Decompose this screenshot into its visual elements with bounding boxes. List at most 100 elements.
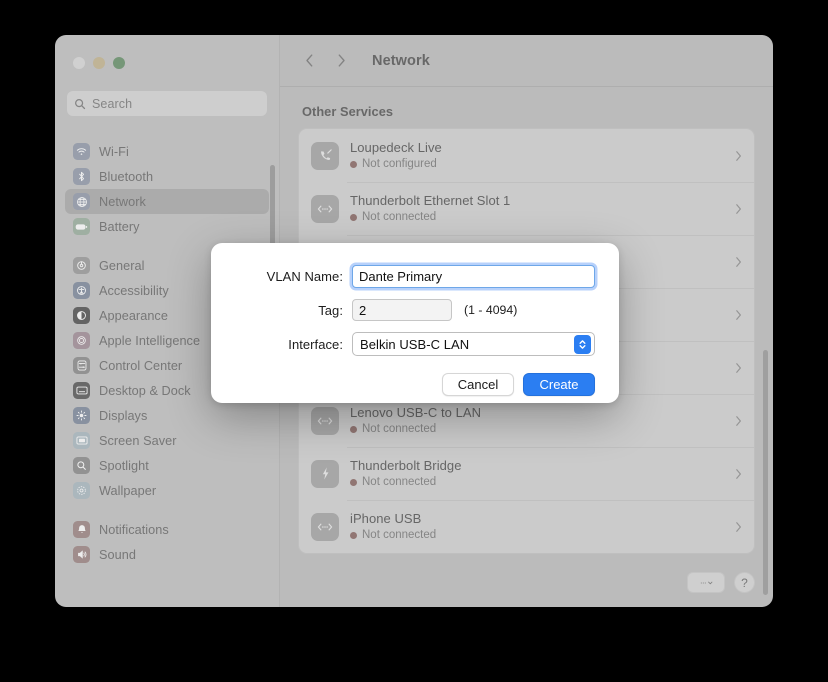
ethernet-icon bbox=[311, 194, 339, 223]
chevron-right-icon[interactable] bbox=[735, 203, 742, 215]
gear-icon bbox=[73, 257, 90, 274]
chevron-up-down-icon[interactable] bbox=[574, 334, 591, 354]
service-text: iPhone USB Not connected bbox=[350, 510, 735, 544]
sidebar-item-sound[interactable]: Sound bbox=[65, 542, 269, 567]
wifi-icon bbox=[73, 143, 90, 160]
chevron-right-icon[interactable] bbox=[735, 415, 742, 427]
sidebar-item-displays[interactable]: Displays bbox=[65, 403, 269, 428]
vlan-name-label: VLAN Name: bbox=[266, 269, 343, 284]
status-label: Not configured bbox=[362, 157, 437, 170]
service-status: Not configured bbox=[350, 157, 735, 173]
appearance-icon bbox=[73, 307, 90, 324]
vlan-tag-label: Tag: bbox=[318, 302, 343, 318]
chevron-right-icon[interactable] bbox=[735, 256, 742, 268]
maximize-window-button[interactable] bbox=[113, 57, 125, 69]
sidebar-item-label: Wi-Fi bbox=[99, 144, 129, 159]
sidebar-group-divider bbox=[55, 503, 279, 517]
status-dot bbox=[350, 425, 357, 433]
vlan-create-dialog: VLAN Name: Tag: (1 - 4094) Interface: Be… bbox=[211, 243, 619, 403]
status-label: Not connected bbox=[362, 422, 437, 435]
status-dot bbox=[350, 478, 357, 486]
sidebar-item-label: Control Center bbox=[99, 358, 183, 373]
minimize-window-button[interactable] bbox=[93, 57, 105, 69]
sidebar-item-label: Bluetooth bbox=[99, 169, 154, 184]
sidebar-item-label: Displays bbox=[99, 408, 148, 423]
accessibility-icon bbox=[73, 282, 90, 299]
ethernet-icon bbox=[311, 406, 339, 435]
service-text: Thunderbolt Ethernet Slot 1 Not connecte… bbox=[350, 192, 735, 226]
vlan-tag-range-hint: (1 - 4094) bbox=[464, 303, 518, 317]
vlan-interface-label: Interface: bbox=[288, 336, 343, 352]
vlan-interface-select[interactable]: Belkin USB-C LAN bbox=[352, 332, 595, 356]
phone-off-icon bbox=[311, 141, 339, 170]
sidebar-item-network[interactable]: Network bbox=[65, 189, 269, 214]
back-button[interactable] bbox=[296, 48, 322, 74]
ethernet-icon bbox=[311, 512, 339, 541]
status-dot bbox=[350, 213, 357, 221]
main-scrollbar[interactable] bbox=[763, 350, 768, 595]
service-status: Not connected bbox=[350, 475, 735, 491]
vlan-interface-value: Belkin USB-C LAN bbox=[360, 336, 470, 352]
desktop-dock-icon bbox=[73, 382, 90, 399]
sidebar-item-label: Notifications bbox=[99, 522, 169, 537]
sidebar-item-wallpaper[interactable]: Wallpaper bbox=[65, 478, 269, 503]
sidebar-item-bluetooth[interactable]: Bluetooth bbox=[65, 164, 269, 189]
wallpaper-icon bbox=[73, 482, 90, 499]
sidebar-item-label: Network bbox=[99, 194, 146, 209]
bolt-icon bbox=[311, 459, 339, 488]
chevron-right-icon[interactable] bbox=[735, 150, 742, 162]
chevron-right-icon[interactable] bbox=[735, 521, 742, 533]
service-name: Loupedeck Live bbox=[350, 139, 442, 155]
status-label: Not connected bbox=[362, 210, 437, 223]
search-input[interactable]: Search bbox=[67, 91, 267, 116]
sidebar-item-label: Appearance bbox=[99, 308, 168, 323]
help-button[interactable]: ? bbox=[734, 572, 755, 593]
displays-icon bbox=[73, 407, 90, 424]
screen-saver-icon bbox=[73, 432, 90, 449]
close-window-button[interactable] bbox=[73, 57, 85, 69]
service-row-thunderbolt-bridge[interactable]: Thunderbolt Bridge Not connected bbox=[299, 447, 754, 500]
forward-button[interactable] bbox=[328, 48, 354, 74]
sidebar-item-notifications[interactable]: Notifications bbox=[65, 517, 269, 542]
service-row-loupedeck-live[interactable]: Loupedeck Live Not configured bbox=[299, 129, 754, 182]
service-status: Not connected bbox=[350, 422, 735, 438]
service-name: Thunderbolt Bridge bbox=[350, 457, 462, 473]
cancel-button[interactable]: Cancel bbox=[442, 373, 514, 396]
service-name: Thunderbolt Ethernet Slot 1 bbox=[350, 192, 511, 208]
sidebar-item-spotlight[interactable]: Spotlight bbox=[65, 453, 269, 478]
service-row-iphone-usb[interactable]: iPhone USB Not connected bbox=[299, 500, 754, 553]
spotlight-icon bbox=[73, 457, 90, 474]
chevron-right-icon[interactable] bbox=[735, 362, 742, 374]
status-label: Not connected bbox=[362, 528, 437, 541]
sidebar-item-battery[interactable]: Battery bbox=[65, 214, 269, 239]
chevron-right-icon[interactable] bbox=[735, 468, 742, 480]
vlan-tag-row: Tag: (1 - 4094) bbox=[235, 299, 595, 321]
sidebar-item-label: Screen Saver bbox=[99, 433, 177, 448]
sidebar-item-label: General bbox=[99, 258, 145, 273]
vlan-name-input[interactable] bbox=[352, 265, 595, 288]
sidebar-item-label: Desktop & Dock bbox=[99, 383, 191, 398]
apple-intelligence-icon bbox=[73, 332, 90, 349]
more-options-button[interactable] bbox=[687, 572, 725, 593]
sidebar-item-wi-fi[interactable]: Wi-Fi bbox=[65, 139, 269, 164]
sidebar-item-label: Battery bbox=[99, 219, 140, 234]
sidebar-item-screen-saver[interactable]: Screen Saver bbox=[65, 428, 269, 453]
chevron-right-icon[interactable] bbox=[735, 309, 742, 321]
sidebar-item-label: Accessibility bbox=[99, 283, 169, 298]
vlan-name-row: VLAN Name: bbox=[235, 265, 595, 288]
create-button[interactable]: Create bbox=[523, 373, 595, 396]
service-name: Lenovo USB-C to LAN bbox=[350, 404, 482, 420]
sidebar-item-label: Spotlight bbox=[99, 458, 149, 473]
globe-icon bbox=[73, 193, 90, 210]
sidebar-item-label: Sound bbox=[99, 547, 136, 562]
section-title: Other Services bbox=[302, 104, 394, 119]
service-row-thunderbolt-ethernet-slot-1[interactable]: Thunderbolt Ethernet Slot 1 Not connecte… bbox=[299, 182, 754, 235]
page-title: Network bbox=[372, 52, 430, 69]
search-icon bbox=[74, 98, 86, 110]
service-name: iPhone USB bbox=[350, 510, 422, 526]
service-status: Not connected bbox=[350, 528, 735, 544]
dialog-button-row: Cancel Create bbox=[235, 373, 595, 396]
service-text: Loupedeck Live Not configured bbox=[350, 139, 735, 173]
vlan-tag-input[interactable] bbox=[352, 299, 452, 321]
status-dot bbox=[350, 531, 357, 539]
